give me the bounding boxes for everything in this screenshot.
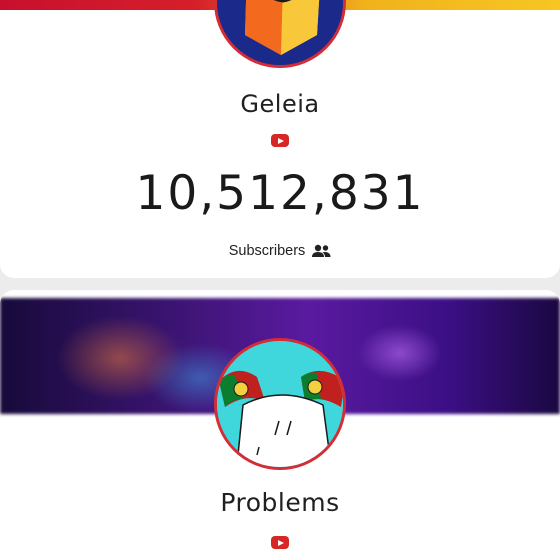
channel-avatar[interactable] [214,0,346,68]
youtube-icon[interactable] [271,536,289,549]
channel-name[interactable]: Geleia [0,90,560,118]
avatar-character-icon [217,341,343,467]
subscribers-label: Subscribers [228,243,306,259]
channel-card-geleia[interactable]: Geleia 10,512,831 Subscribers [0,0,560,278]
youtube-icon[interactable] [271,134,289,147]
channel-avatar[interactable] [214,338,346,470]
avatar-logo-icon [217,0,343,65]
people-icon [312,244,331,257]
subscriber-count: 10,512,831 [135,166,425,221]
channel-card-problems[interactable]: Problems [0,290,560,560]
page: Geleia 10,512,831 Subscribers Problems [0,0,560,560]
subscribers-row: Subscribers [0,243,560,259]
channel-name[interactable]: Problems [0,488,560,517]
